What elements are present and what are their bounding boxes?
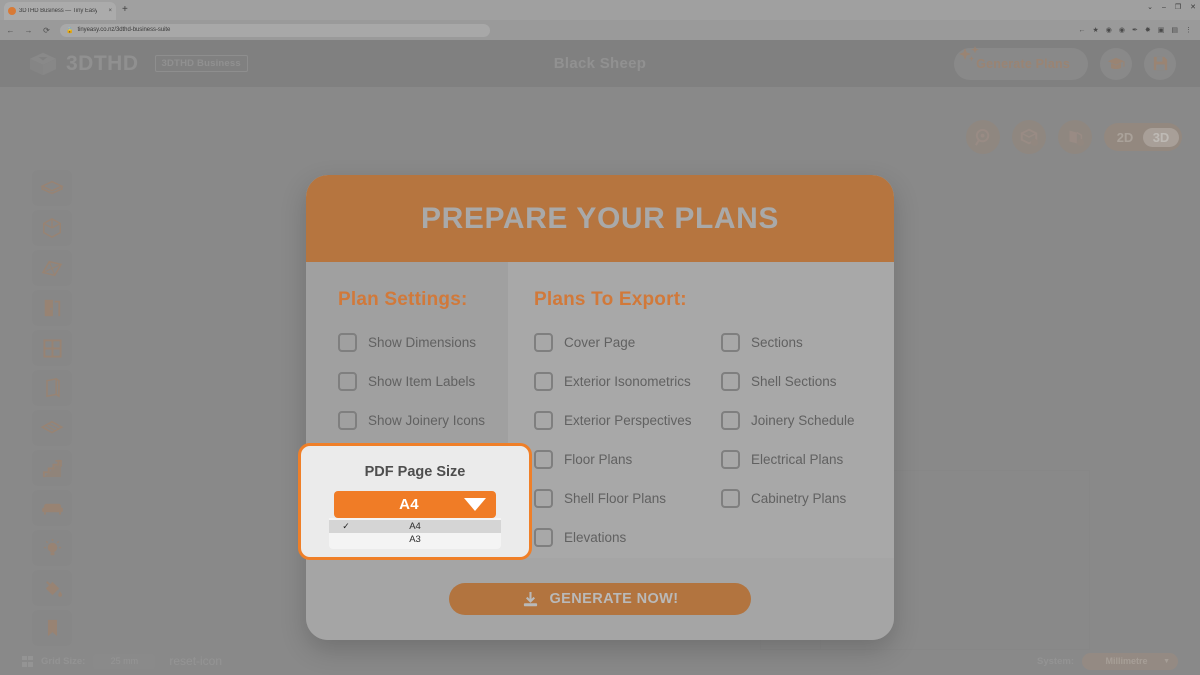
url-text: tinyeasy.co.nz/3dthd-business-suite (77, 27, 171, 33)
checkbox-row-floor-plans[interactable]: Floor Plans (534, 450, 721, 469)
reload-icon[interactable]: ⟳ (42, 26, 51, 35)
checkbox-cabinetry-plans[interactable] (721, 489, 740, 508)
dialog-title: PREPARE YOUR PLANS (420, 201, 780, 235)
pdf-page-size-label: PDF Page Size (364, 464, 466, 480)
app-root: 3DTHD 3DTHD Business Black Sheep Generat… (0, 40, 1200, 675)
sidepanel-icon[interactable]: ▣ (1158, 26, 1165, 34)
pdf-page-size-select[interactable]: A4 (334, 491, 496, 518)
checkbox-label: Show Dimensions (368, 335, 477, 350)
screenshot-icon[interactable]: ◉ (1106, 26, 1112, 34)
app-favicon (8, 7, 16, 15)
pdf-page-size-value: A4 (399, 496, 419, 513)
extension-icons: ← ★ ◉ ◉ ✒ ✸ ▣ ▤ ⋮ (1079, 26, 1195, 35)
check-icon-placeholder (329, 535, 363, 545)
maximize-icon[interactable]: ❐ (1175, 3, 1181, 11)
menu-icon[interactable]: ⋮ (1185, 26, 1192, 34)
puzzle-icon[interactable]: ✸ (1145, 26, 1151, 34)
export-column-one: Cover Page Exterior Isonometrics Exterio… (534, 333, 721, 567)
checkbox-elevations[interactable] (534, 528, 553, 547)
checkbox-row-exterior-perspectives[interactable]: Exterior Perspectives (534, 411, 721, 430)
pdf-page-size-options: ✓ A4 A3 (329, 518, 501, 549)
address-bar[interactable]: 🔒 tinyeasy.co.nz/3dthd-business-suite (60, 23, 490, 37)
close-icon[interactable]: × (108, 8, 112, 14)
checkbox-label: Joinery Schedule (751, 413, 855, 428)
checkbox-sections[interactable] (721, 333, 740, 352)
plan-settings-heading: Plan Settings: (338, 289, 468, 310)
checkbox-label: Show Item Labels (368, 374, 476, 389)
window-controls: ⌄ – ❐ ✕ (1147, 3, 1196, 12)
checkbox-label: Shell Floor Plans (564, 491, 667, 506)
checkbox-row-shell-floor-plans[interactable]: Shell Floor Plans (534, 489, 721, 508)
tab-title: 3DTHD Business — Tiny Easy - T (19, 8, 97, 14)
generate-now-label: GENERATE NOW! (549, 591, 679, 607)
browser-chrome: 3DTHD Business — Tiny Easy - T × + ⌄ – ❐… (0, 0, 1200, 40)
checkbox-row-cabinetry-plans[interactable]: Cabinetry Plans (721, 489, 891, 508)
screen: 3DTHD Business — Tiny Easy - T × + ⌄ – ❐… (0, 0, 1200, 675)
checkbox-shell-sections[interactable] (721, 372, 740, 391)
checkbox-label: Shell Sections (751, 374, 837, 389)
download-icon (523, 591, 537, 606)
checkbox-exterior-isonometrics[interactable] (534, 372, 553, 391)
checkbox-label: Exterior Perspectives (564, 413, 692, 428)
checkbox-show-joinery-icons[interactable] (338, 411, 357, 430)
check-icon: ✓ (342, 521, 350, 531)
plans-to-export-heading: Plans To Export: (534, 289, 687, 310)
checkbox-row-elevations[interactable]: Elevations (534, 528, 721, 547)
checkbox-row-shell-sections[interactable]: Shell Sections (721, 372, 891, 391)
checkbox-joinery-schedule[interactable] (721, 411, 740, 430)
checkbox-cover-page[interactable] (534, 333, 553, 352)
checkbox-label: Cover Page (564, 335, 636, 350)
close-window-icon[interactable]: ✕ (1190, 3, 1196, 11)
checkbox-show-item-labels[interactable] (338, 372, 357, 391)
export-column-two: Sections Shell Sections Joinery Schedule (721, 333, 891, 567)
dialog-header: PREPARE YOUR PLANS (306, 175, 894, 262)
checkbox-label: Elevations (564, 530, 627, 545)
checkbox-row-show-item-labels[interactable]: Show Item Labels (338, 372, 508, 391)
checkbox-electrical-plans[interactable] (721, 450, 740, 469)
checkbox-exterior-perspectives[interactable] (534, 411, 553, 430)
checkbox-row-cover-page[interactable]: Cover Page (534, 333, 721, 352)
checkbox-show-dimensions[interactable] (338, 333, 357, 352)
eyedropper-icon[interactable]: ✒ (1132, 26, 1138, 34)
checkbox-floor-plans[interactable] (534, 450, 553, 469)
dropdown-triangle-icon (464, 498, 486, 511)
new-tab-button[interactable]: + (122, 4, 128, 16)
lock-icon: 🔒 (66, 27, 74, 34)
checkbox-label: Exterior Isonometrics (564, 374, 691, 389)
generate-now-button[interactable]: GENERATE NOW! (449, 583, 751, 615)
extension-icon[interactable]: ◉ (1119, 26, 1125, 34)
plans-to-export-section: Plans To Export: Cover Page Exterior Iso… (508, 262, 894, 558)
back-icon[interactable]: ← (6, 26, 15, 35)
checkbox-row-joinery-schedule[interactable]: Joinery Schedule (721, 411, 891, 430)
profile-icon[interactable]: ▤ (1171, 26, 1178, 34)
checkbox-shell-floor-plans[interactable] (534, 489, 553, 508)
minimize-icon[interactable]: – (1162, 4, 1166, 11)
dialog-footer: GENERATE NOW! (306, 558, 894, 640)
checkbox-label: Show Joinery Icons (368, 413, 486, 428)
checkbox-row-exterior-isonometrics[interactable]: Exterior Isonometrics (534, 372, 721, 391)
pdf-option-label: A3 (409, 534, 421, 545)
forward-icon[interactable]: → (24, 26, 33, 35)
pdf-option-label: A4 (409, 521, 421, 532)
checkbox-label: Cabinetry Plans (751, 491, 847, 506)
pdf-option-a3[interactable]: A3 (329, 533, 501, 546)
prepare-plans-dialog: PREPARE YOUR PLANS Plan Settings: Show D… (306, 175, 894, 640)
bookmark-star-icon[interactable]: ★ (1093, 26, 1099, 34)
pdf-option-a4[interactable]: ✓ A4 (329, 520, 501, 533)
browser-toolbar: ← → ⟳ 🔒 tinyeasy.co.nz/3dthd-business-su… (0, 20, 1200, 40)
checkbox-row-electrical-plans[interactable]: Electrical Plans (721, 450, 891, 469)
checkbox-label: Floor Plans (564, 452, 633, 467)
browser-tab[interactable]: 3DTHD Business — Tiny Easy - T × (4, 2, 116, 20)
checkbox-row-show-joinery-icons[interactable]: Show Joinery Icons (338, 411, 508, 430)
pdf-page-size-control: PDF Page Size A4 ✓ A4 A3 (298, 443, 532, 560)
share-icon[interactable]: ← (1079, 27, 1086, 34)
export-options-grid: Cover Page Exterior Isonometrics Exterio… (534, 333, 894, 567)
checkbox-label: Electrical Plans (751, 452, 844, 467)
chevron-down-icon[interactable]: ⌄ (1147, 3, 1153, 11)
checkbox-row-sections[interactable]: Sections (721, 333, 891, 352)
checkbox-row-show-dimensions[interactable]: Show Dimensions (338, 333, 508, 352)
tab-strip: 3DTHD Business — Tiny Easy - T × + ⌄ – ❐… (0, 0, 1200, 20)
checkbox-label: Sections (751, 335, 803, 350)
